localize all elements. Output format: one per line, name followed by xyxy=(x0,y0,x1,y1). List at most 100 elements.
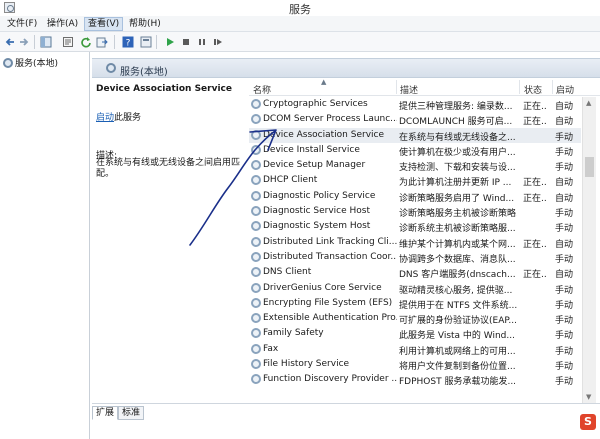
service-gear-icon xyxy=(251,297,261,308)
service-description: 此服务是 Vista 中的 Wind... xyxy=(399,331,515,342)
service-name: Distributed Link Tracking Cli... xyxy=(263,236,397,247)
service-gear-icon xyxy=(251,144,261,155)
table-row[interactable]: Cryptographic Services 提供三种管理服务: 编录数... 正在… xyxy=(249,97,581,112)
table-row[interactable]: DNS Client DNS 客户端服务(dnscach... 正在... 自动 xyxy=(249,265,581,280)
restart-service-icon[interactable] xyxy=(212,36,224,48)
table-row[interactable]: DHCP Client 为此计算机注册并更新 IP ... 正在... 自动 xyxy=(249,173,581,188)
column-header-startup-type[interactable]: 启动 xyxy=(556,83,574,96)
column-header-status[interactable]: 状态 xyxy=(524,83,542,96)
tree-item-services-local[interactable]: 服务(本地) xyxy=(3,58,58,70)
table-row[interactable]: Distributed Link Tracking Cli... 维护某个计算机内… xyxy=(249,235,581,250)
back-icon[interactable] xyxy=(4,36,16,48)
table-row[interactable]: Function Discovery Provider ... FDPHOST 服… xyxy=(249,372,581,387)
help-icon[interactable]: ? xyxy=(122,36,134,48)
properties-icon[interactable] xyxy=(62,36,74,48)
column-header-name[interactable]: 名称 xyxy=(253,83,271,96)
column-separator[interactable] xyxy=(396,80,397,94)
menu-action[interactable]: 操作(A) xyxy=(44,18,81,30)
service-gear-icon xyxy=(251,206,261,217)
services-gear-icon xyxy=(3,58,13,68)
tab-standard[interactable]: 标准 xyxy=(118,406,145,420)
table-row[interactable]: DriverGenius Core Service 驱动精灵核心服务, 提供驱..… xyxy=(249,281,581,296)
table-row[interactable]: File History Service 将用户文件复制到备份位置... 手动 xyxy=(249,357,581,372)
selected-service-name: Device Association Service xyxy=(96,84,232,94)
refresh-icon[interactable] xyxy=(80,36,92,48)
stop-service-icon[interactable] xyxy=(180,36,192,48)
service-startup-type: 手动 xyxy=(555,285,574,296)
service-description: 诊断系统主机被诊断策略服... xyxy=(399,224,516,235)
service-startup-type: 自动 xyxy=(555,239,574,250)
table-row[interactable]: DCOM Server Process Launc... DCOMLAUNCH 服… xyxy=(249,112,581,127)
table-row[interactable]: Distributed Transaction Coor... 协调跨多个数据库、… xyxy=(249,250,581,265)
service-name: DriverGenius Core Service xyxy=(263,282,382,293)
scrollbar-thumb[interactable] xyxy=(585,157,594,177)
console-icon[interactable] xyxy=(140,36,152,48)
list-header: ▲ 名称 描述 状态 启动 xyxy=(249,78,600,96)
service-description: 诊断策略服务启用了 Wind... xyxy=(399,193,515,204)
column-separator[interactable] xyxy=(519,80,520,94)
start-service-icon[interactable] xyxy=(164,36,176,48)
service-name: DNS Client xyxy=(263,267,312,278)
table-row[interactable]: Diagnostic Service Host 诊断策略服务主机被诊断策略... 手… xyxy=(249,204,581,219)
service-gear-icon xyxy=(251,221,261,232)
service-rows: Cryptographic Services 提供三种管理服务: 编录数... 正在… xyxy=(249,97,581,388)
table-row[interactable]: Device Install Service 使计算机在极少或没有用户... 手动 xyxy=(249,143,581,158)
service-description: FDPHOST 服务承载功能发... xyxy=(399,377,517,388)
service-name: File History Service xyxy=(263,359,350,370)
menu-file[interactable]: 文件(F) xyxy=(4,18,40,30)
table-row[interactable]: Diagnostic System Host 诊断系统主机被诊断策略服... 手动 xyxy=(249,219,581,234)
column-header-description[interactable]: 描述 xyxy=(400,83,418,96)
service-startup-type: 手动 xyxy=(555,346,574,357)
scroll-up-arrow-icon[interactable]: ▲ xyxy=(586,99,591,107)
service-startup-type: 手动 xyxy=(555,132,574,143)
scroll-down-arrow-icon[interactable]: ▼ xyxy=(586,393,591,401)
console-tree-icon[interactable] xyxy=(40,36,52,48)
service-startup-type: 手动 xyxy=(555,300,574,311)
export-list-icon[interactable] xyxy=(96,36,108,48)
column-separator[interactable] xyxy=(552,80,553,94)
service-name: Diagnostic Policy Service xyxy=(263,190,376,201)
service-name: Fax xyxy=(263,343,279,354)
menu-bar: 文件(F) 操作(A) 查看(V) 帮助(H) xyxy=(0,16,600,32)
service-status: 正在... xyxy=(523,117,547,128)
service-name: Cryptographic Services xyxy=(263,99,368,109)
pause-service-icon[interactable] xyxy=(196,36,208,48)
sort-ascending-icon: ▲ xyxy=(321,78,327,86)
services-main-pane: 服务(本地) Device Association Service 启动此服务 … xyxy=(92,52,600,439)
table-row[interactable]: Extensible Authentication Pro... 可扩展的身份验证… xyxy=(249,311,581,326)
service-gear-icon xyxy=(251,251,261,262)
window-titlebar: 服务 xyxy=(0,0,600,16)
service-gear-icon xyxy=(251,359,261,370)
service-name: DCOM Server Process Launc... xyxy=(263,114,397,125)
vertical-scrollbar[interactable]: ▲ ▼ xyxy=(582,97,596,403)
service-gear-icon xyxy=(251,267,261,278)
start-service-link[interactable]: 启动 xyxy=(96,113,114,123)
service-status: 正在... xyxy=(523,178,547,189)
service-startup-type: 手动 xyxy=(555,377,574,388)
service-name: Function Discovery Provider ... xyxy=(263,374,397,385)
table-row-selected[interactable]: Device Association Service 在系统与有线或无线设备之..… xyxy=(249,127,581,143)
service-description: 提供用于在 NTFS 文件系统... xyxy=(399,300,517,311)
service-startup-type: 手动 xyxy=(555,163,574,174)
table-row[interactable]: Family Safety 此服务是 Vista 中的 Wind... 手动 xyxy=(249,326,581,341)
menu-view[interactable]: 查看(V) xyxy=(84,17,124,31)
table-row[interactable]: Fax 利用计算机或网络上的可用... 手动 xyxy=(249,342,581,357)
tab-extended[interactable]: 扩展 xyxy=(92,406,119,420)
service-description: 支持检测、下载和安装与设... xyxy=(399,163,516,174)
service-startup-type: 自动 xyxy=(555,193,574,204)
table-row[interactable]: Diagnostic Policy Service 诊断策略服务启用了 Wind.… xyxy=(249,189,581,204)
service-description: 为此计算机注册并更新 IP ... xyxy=(399,178,512,189)
service-gear-icon xyxy=(251,175,261,186)
service-description: 使计算机在极少或没有用户... xyxy=(399,147,516,158)
forward-icon[interactable] xyxy=(18,36,30,48)
service-name: Device Install Service xyxy=(263,144,360,155)
service-description: 提供三种管理服务: 编录数... xyxy=(399,102,513,112)
table-row[interactable]: Device Setup Manager 支持检测、下载和安装与设... 手动 xyxy=(249,158,581,173)
service-gear-icon xyxy=(251,99,261,109)
service-description: 维护某个计算机内或某个网... xyxy=(399,239,516,250)
service-name: Diagnostic System Host xyxy=(263,221,371,232)
sogou-watermark-icon xyxy=(580,414,596,430)
menu-help[interactable]: 帮助(H) xyxy=(126,18,164,30)
table-row[interactable]: Encrypting File System (EFS) 提供用于在 NTFS 文… xyxy=(249,296,581,311)
service-startup-type: 手动 xyxy=(555,316,574,327)
